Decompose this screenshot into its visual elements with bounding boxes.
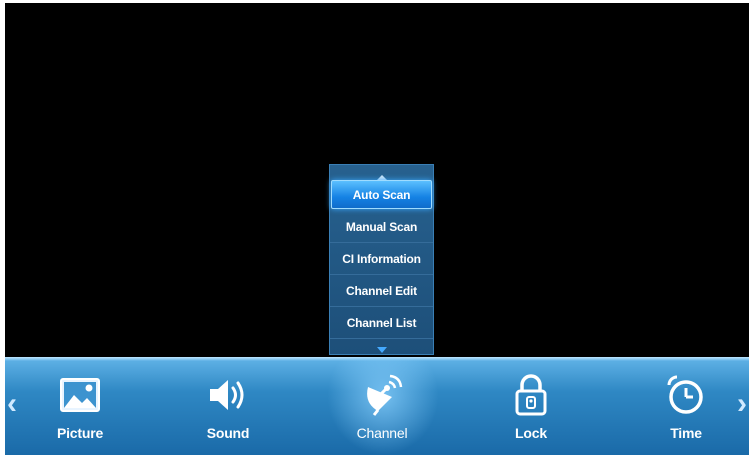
submenu-item-manual-scan[interactable]: Manual Scan bbox=[330, 211, 433, 243]
nav-right-arrow-icon[interactable]: › bbox=[737, 389, 747, 419]
submenu-item-channel-edit[interactable]: Channel Edit bbox=[330, 275, 433, 307]
clock-icon bbox=[636, 371, 736, 419]
speaker-icon bbox=[178, 371, 278, 419]
channel-submenu: Auto Scan Manual Scan CI Information Cha… bbox=[329, 164, 434, 355]
submenu-list: Auto Scan Manual Scan CI Information Cha… bbox=[330, 178, 433, 339]
tv-screen: Auto Scan Manual Scan CI Information Cha… bbox=[5, 3, 749, 455]
menu-item-channel[interactable]: Channel bbox=[332, 371, 432, 441]
menu-item-label: Lock bbox=[515, 425, 547, 441]
menu-item-picture[interactable]: Picture bbox=[30, 371, 130, 441]
main-menu-bar: ‹ › Picture Sound Channel Lock Time bbox=[5, 357, 749, 455]
menu-item-time[interactable]: Time bbox=[636, 371, 736, 441]
scroll-down-icon[interactable] bbox=[330, 340, 433, 353]
menu-item-sound[interactable]: Sound bbox=[178, 371, 278, 441]
submenu-item-channel-list[interactable]: Channel List bbox=[330, 307, 433, 339]
nav-left-arrow-icon[interactable]: ‹ bbox=[7, 389, 17, 419]
menu-item-label: Time bbox=[670, 425, 702, 441]
submenu-item-ci-information[interactable]: CI Information bbox=[330, 243, 433, 275]
menu-item-label: Picture bbox=[56, 425, 104, 441]
menu-item-label: Sound bbox=[206, 425, 250, 441]
picture-icon bbox=[30, 371, 130, 419]
submenu-item-auto-scan[interactable]: Auto Scan bbox=[331, 180, 432, 209]
satellite-dish-icon bbox=[332, 371, 432, 419]
padlock-icon bbox=[481, 371, 581, 419]
menu-item-label: Channel bbox=[356, 425, 408, 441]
menu-item-lock[interactable]: Lock bbox=[481, 371, 581, 441]
